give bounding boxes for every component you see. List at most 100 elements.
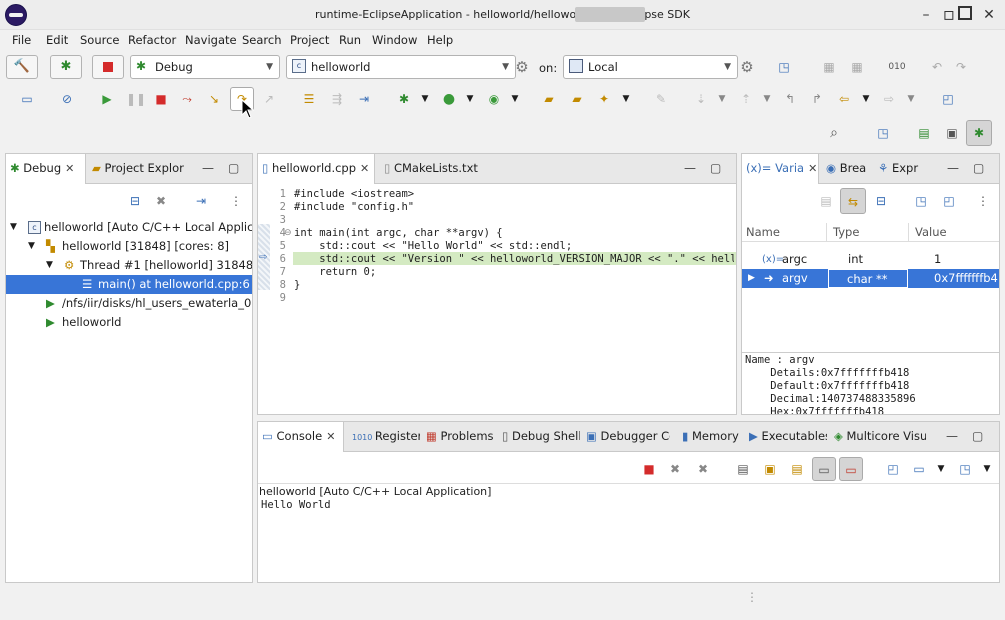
show-on-output-icon[interactable]: ▭	[812, 457, 836, 481]
add-global-icon[interactable]: ▤	[817, 192, 835, 210]
code-line[interactable]: }	[294, 279, 734, 292]
chevron-down-icon[interactable]: ▼	[902, 90, 920, 108]
tab-cmakelists[interactable]: ▯ CMakeLists.txt	[380, 154, 490, 184]
tree-row[interactable]: ▼⚙Thread #1 [helloworld] 31848 [core:	[6, 256, 252, 275]
close-window-icon[interactable]: ✕	[981, 7, 997, 23]
menu-edit[interactable]: Edit	[46, 33, 68, 47]
tab-expressions[interactable]: ⚘ Expr	[874, 154, 926, 184]
open-type-icon[interactable]: ▰	[568, 90, 586, 108]
pin-editor-icon[interactable]: ◰	[939, 90, 957, 108]
collapse-all-icon[interactable]: ⊟	[872, 192, 890, 210]
code-line[interactable]: int main(int argc, char **argv) {	[294, 227, 734, 240]
suspend-icon[interactable]: ❚❚	[126, 90, 146, 108]
menu-window[interactable]: Window	[372, 33, 417, 47]
cpp-perspective-icon[interactable]: ▤	[915, 124, 933, 142]
next-annotation-icon[interactable]: ⇣	[692, 90, 710, 108]
console-output[interactable]: Hello World	[261, 499, 961, 512]
column-header[interactable]: Type	[826, 223, 859, 241]
tab-memory[interactable]: ▮ Memory	[678, 422, 744, 452]
menu-run[interactable]: Run	[339, 33, 361, 47]
chevron-down-icon[interactable]: ▼	[713, 90, 731, 108]
open-perspective-icon[interactable]: ◳	[874, 124, 892, 142]
save-icon[interactable]: ▦	[820, 58, 838, 76]
chevron-down-icon[interactable]: ▼	[758, 90, 776, 108]
debug-run-icon[interactable]: ✱	[395, 90, 413, 108]
remove-terminated-icon[interactable]: ✖	[152, 192, 170, 210]
code-line[interactable]: #include <iostream>	[294, 188, 734, 201]
stop-launch-button[interactable]	[92, 55, 124, 79]
tree-row[interactable]: ▼chelloworld [Auto C/C++ Local Applicati…	[6, 218, 252, 237]
profile-icon[interactable]: ◉	[485, 90, 503, 108]
tab-multicore[interactable]: ◈ Multicore Visu	[830, 422, 926, 452]
redo-icon[interactable]: ↷	[952, 58, 970, 76]
show-type-names-icon[interactable]: ⇆	[840, 188, 866, 214]
step-mode-icon[interactable]: ⇥	[192, 192, 210, 210]
code-line[interactable]	[294, 292, 734, 305]
chevron-down-icon[interactable]: ▼	[857, 90, 875, 108]
variable-row[interactable]: (x)= argc int 1	[742, 250, 999, 269]
chevron-down-icon[interactable]: ▼	[617, 90, 635, 108]
tree-row[interactable]: ▶ helloworld	[6, 313, 252, 332]
external-tools-icon[interactable]: ✦	[595, 90, 613, 108]
display-console-icon[interactable]: ▭	[910, 460, 928, 478]
step-return-icon[interactable]: ↗	[260, 90, 278, 108]
debug-perspective-icon[interactable]: ✱	[966, 120, 992, 146]
search-icon[interactable]: ⌕	[825, 124, 843, 142]
minimize-view-icon[interactable]: —	[946, 429, 958, 443]
step-into-icon[interactable]: ↘	[205, 90, 223, 108]
resume-icon[interactable]: ▶	[98, 90, 116, 108]
column-header[interactable]: Name	[746, 223, 780, 241]
menu-file[interactable]: File	[12, 33, 31, 47]
undo-icon[interactable]: ↶	[928, 58, 946, 76]
open-folder-icon[interactable]: ▰	[540, 90, 558, 108]
new-window-icon[interactable]: ◳	[775, 58, 793, 76]
drop-to-frame-icon[interactable]: ☰	[300, 90, 318, 108]
close-icon[interactable]: ✕	[65, 162, 74, 175]
tab-breakpoints[interactable]: ◉ Brea	[822, 154, 872, 184]
collapse-all-icon[interactable]: ⊟	[126, 192, 144, 210]
close-icon[interactable]: ✕	[326, 430, 335, 443]
pin-icon[interactable]: ◰	[940, 192, 958, 210]
show-on-error-icon[interactable]: ▭	[839, 457, 863, 481]
view-menu-icon[interactable]: ⋮	[974, 192, 992, 210]
remove-all-icon[interactable]: ✖	[694, 460, 712, 478]
maximize-view-icon[interactable]: ▢	[228, 161, 239, 175]
code-line[interactable]: std::cout << "Hello World" << std::endl;	[294, 240, 734, 253]
tab-console[interactable]: ▭ Console ✕	[257, 422, 344, 452]
launch-mode-select[interactable]: ✱ Debug ▼	[130, 55, 280, 79]
config-gear-icon[interactable]: ⚙	[513, 58, 531, 76]
code-line[interactable]: #include "config.h"	[294, 201, 734, 214]
tab-helloworld-cpp[interactable]: ▯ helloworld.cpp ✕	[257, 154, 375, 184]
build-hammer-icon[interactable]: 🔨	[6, 55, 38, 79]
skip-breakpoints-icon[interactable]: ⊘	[58, 90, 76, 108]
forward-icon[interactable]: ⇨	[880, 90, 898, 108]
open-console-icon[interactable]: ◳	[956, 460, 974, 478]
menu-navigate[interactable]: Navigate	[185, 33, 237, 47]
prev-annotation-icon[interactable]: ⇡	[737, 90, 755, 108]
instruction-stepping-icon[interactable]: ⇶	[328, 90, 346, 108]
cmake-perspective-icon[interactable]: ▣	[943, 124, 961, 142]
target-gear-icon[interactable]: ⚙	[738, 58, 756, 76]
tab-project-explorer[interactable]: ▰ Project Explor	[88, 154, 198, 184]
launch-target-select[interactable]: Local ▼	[563, 55, 738, 79]
expand-icon[interactable]: ▼	[10, 218, 17, 237]
minimize-view-icon[interactable]: —	[202, 161, 214, 175]
binary-icon[interactable]: 010	[888, 58, 906, 76]
code-line[interactable]: return 0;	[294, 266, 734, 279]
tab-debugger-console[interactable]: ▣ Debugger Co	[582, 422, 670, 452]
monitor-icon[interactable]: ▭	[18, 90, 36, 108]
tab-debug-shell[interactable]: ▯ Debug Shell	[498, 422, 580, 452]
chevron-down-icon[interactable]: ▼	[461, 90, 479, 108]
chevron-down-icon[interactable]: ▼	[416, 90, 434, 108]
clear-console-icon[interactable]: ▤	[734, 460, 752, 478]
remove-launch-icon[interactable]: ✖	[666, 460, 684, 478]
step-filter-icon[interactable]: ⇥	[355, 90, 373, 108]
menu-project[interactable]: Project	[290, 33, 329, 47]
maximize-view-icon[interactable]: ▢	[972, 429, 983, 443]
tree-row-selected[interactable]: ☰main() at helloworld.cpp:6 0x40	[6, 275, 252, 294]
save-all-icon[interactable]: ▦	[848, 58, 866, 76]
menu-help[interactable]: Help	[427, 33, 453, 47]
tree-row[interactable]: ▶/nfs/iir/disks/hl_users_ewaterla_01/mas	[6, 294, 252, 313]
maximize-view-icon[interactable]: ▢	[973, 161, 984, 175]
back-icon[interactable]: ⇦	[835, 90, 853, 108]
